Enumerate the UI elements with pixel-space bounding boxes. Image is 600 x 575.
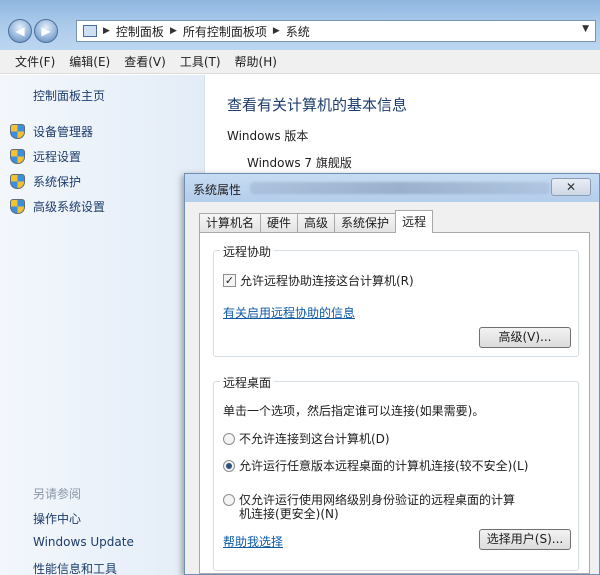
system-protection-label: 系统保护 bbox=[33, 175, 82, 189]
shield-icon bbox=[10, 174, 25, 189]
breadcrumb-arrow-icon: ▶ bbox=[169, 26, 177, 36]
shield-icon bbox=[10, 199, 25, 214]
allow-remote-assistance-checkbox[interactable]: ✓ bbox=[223, 274, 236, 287]
system-properties-dialog: 系统属性 ✕ 计算机名 硬件 高级 系统保护 远程 远程协助 ✓ 允许远程协助连… bbox=[184, 173, 600, 575]
performance-info-link[interactable]: 性能信息和工具 bbox=[33, 560, 117, 575]
shield-icon bbox=[10, 149, 25, 164]
forward-button[interactable]: ▶ bbox=[34, 19, 58, 43]
menu-edit[interactable]: 编辑(E) bbox=[62, 53, 117, 70]
tab-computer-name[interactable]: 计算机名 bbox=[199, 213, 262, 233]
dialog-tabs: 计算机名 硬件 高级 系统保护 远程 bbox=[199, 210, 434, 233]
dialog-title: 系统属性 bbox=[193, 183, 242, 197]
breadcrumb-arrow-icon: ▶ bbox=[272, 26, 280, 36]
remote-tab-panel: 远程协助 ✓ 允许远程协助连接这台计算机(R) 有关启用远程协助的信息 高级(V… bbox=[199, 232, 590, 574]
action-center-link[interactable]: 操作中心 bbox=[33, 510, 81, 527]
allow-remote-assistance-label: 允许远程协助连接这台计算机(R) bbox=[240, 274, 414, 288]
menu-help[interactable]: 帮助(H) bbox=[228, 53, 284, 70]
radio-any-version-label: 允许运行任意版本远程桌面的计算机连接(较不安全)(L) bbox=[239, 459, 529, 473]
left-nav-pane: 控制面板主页 设备管理器 远程设置 系统保护 高级系统设置 另请参阅 操作中心 … bbox=[0, 75, 205, 575]
remote-desktop-description: 单击一个选项，然后指定谁可以连接(如果需要)。 bbox=[223, 404, 485, 418]
system-protection-link[interactable]: 系统保护 bbox=[10, 173, 81, 190]
breadcrumb-all-items[interactable]: 所有控制面板项 bbox=[183, 23, 267, 40]
page-title: 查看有关计算机的基本信息 bbox=[227, 96, 408, 114]
windows-edition-value: Windows 7 旗舰版 bbox=[247, 156, 352, 170]
control-panel-home-link[interactable]: 控制面板主页 bbox=[33, 87, 105, 104]
radio-nla-only[interactable] bbox=[223, 494, 235, 506]
close-button[interactable]: ✕ bbox=[551, 178, 591, 196]
advanced-system-settings-label: 高级系统设置 bbox=[33, 200, 106, 214]
control-panel-icon bbox=[83, 25, 97, 37]
radio-option-nla-only[interactable]: 仅允许运行使用网络级别身份验证的远程桌面的计算机连接(更安全)(N) bbox=[223, 493, 523, 521]
see-also-heading: 另请参阅 bbox=[33, 487, 82, 501]
remote-assistance-legend: 远程协助 bbox=[220, 243, 275, 260]
menu-file[interactable]: 文件(F) bbox=[8, 53, 62, 70]
tab-hardware[interactable]: 硬件 bbox=[260, 213, 299, 233]
menu-tools[interactable]: 工具(T) bbox=[173, 53, 228, 70]
window-titlebar: ◀ ▶ ▶ 控制面板 ▶ 所有控制面板项 ▶ 系统 ▼ bbox=[0, 0, 600, 50]
address-dropdown-icon[interactable]: ▼ bbox=[582, 24, 589, 34]
blurred-titlebar-overlay bbox=[250, 182, 550, 194]
menu-view[interactable]: 查看(V) bbox=[117, 53, 173, 70]
remote-desktop-group: 远程桌面 单击一个选项，然后指定谁可以连接(如果需要)。 不允许连接到这台计算机… bbox=[213, 374, 579, 571]
help-me-choose-link[interactable]: 帮助我选择 bbox=[223, 533, 283, 550]
radio-option-deny[interactable]: 不允许连接到这台计算机(D) bbox=[223, 432, 390, 446]
remote-settings-label: 远程设置 bbox=[33, 150, 82, 164]
select-users-button[interactable]: 选择用户(S)... bbox=[479, 529, 571, 550]
radio-deny-label: 不允许连接到这台计算机(D) bbox=[239, 432, 390, 446]
address-bar[interactable]: ▶ 控制面板 ▶ 所有控制面板项 ▶ 系统 ▼ bbox=[76, 20, 596, 42]
radio-deny[interactable] bbox=[223, 433, 235, 445]
tab-system-protection[interactable]: 系统保护 bbox=[334, 213, 397, 233]
allow-remote-assistance-option[interactable]: ✓ 允许远程协助连接这台计算机(R) bbox=[223, 272, 414, 289]
advanced-system-settings-link[interactable]: 高级系统设置 bbox=[10, 198, 105, 215]
device-manager-link[interactable]: 设备管理器 bbox=[10, 123, 93, 140]
device-manager-label: 设备管理器 bbox=[33, 125, 94, 139]
breadcrumb-system[interactable]: 系统 bbox=[286, 23, 310, 40]
radio-any-version[interactable] bbox=[223, 460, 235, 472]
shield-icon bbox=[10, 124, 25, 139]
windows-edition-heading: Windows 版本 bbox=[227, 129, 309, 143]
tab-advanced[interactable]: 高级 bbox=[297, 213, 336, 233]
advanced-button[interactable]: 高级(V)... bbox=[479, 327, 571, 348]
menu-bar: 文件(F) 编辑(E) 查看(V) 工具(T) 帮助(H) bbox=[0, 50, 600, 74]
remote-assistance-info-link[interactable]: 有关启用远程协助的信息 bbox=[223, 304, 355, 321]
back-button[interactable]: ◀ bbox=[8, 19, 32, 43]
remote-settings-link[interactable]: 远程设置 bbox=[10, 148, 81, 165]
breadcrumb-arrow-icon: ▶ bbox=[103, 26, 110, 36]
windows-update-link[interactable]: Windows Update bbox=[33, 535, 134, 549]
radio-option-any-version[interactable]: 允许运行任意版本远程桌面的计算机连接(较不安全)(L) bbox=[223, 459, 528, 473]
remote-assistance-group: 远程协助 ✓ 允许远程协助连接这台计算机(R) 有关启用远程协助的信息 高级(V… bbox=[213, 243, 579, 357]
radio-nla-only-label: 仅允许运行使用网络级别身份验证的远程桌面的计算机连接(更安全)(N) bbox=[239, 493, 516, 521]
breadcrumb-control-panel[interactable]: 控制面板 bbox=[116, 23, 164, 40]
remote-desktop-legend: 远程桌面 bbox=[220, 374, 275, 391]
dialog-titlebar[interactable]: 系统属性 ✕ bbox=[185, 174, 599, 202]
tab-remote[interactable]: 远程 bbox=[395, 210, 434, 233]
